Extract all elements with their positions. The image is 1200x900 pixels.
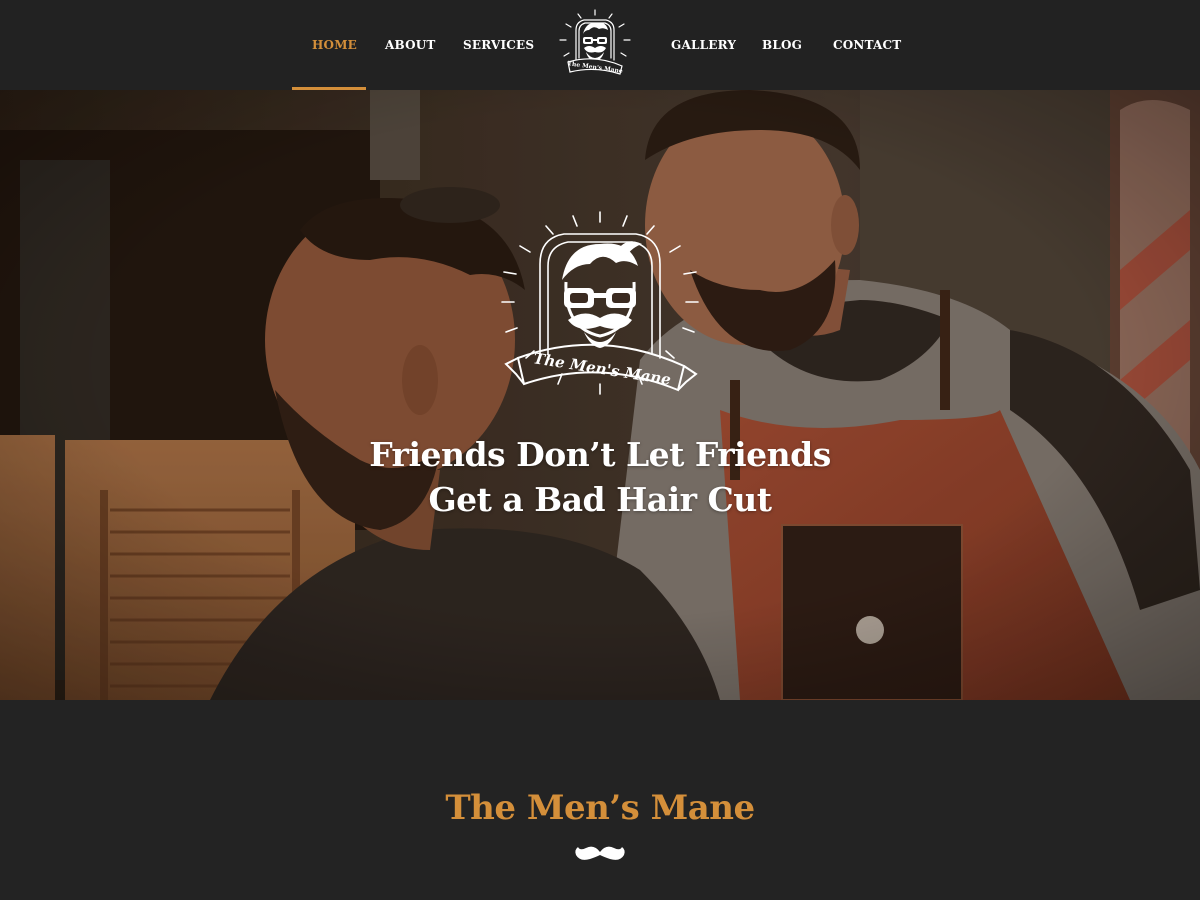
hero-headline-line2: Get a Bad Hair Cut	[428, 480, 772, 519]
intro-section: The Men’s Mane	[0, 700, 1200, 900]
site-header: HOME ABOUT SERVICES The Men's Mane GALLE…	[0, 0, 1200, 90]
hero-logo: The Men's Mane	[501, 211, 699, 395]
nav-item-contact[interactable]: CONTACT	[833, 0, 901, 90]
nav-item-about[interactable]: ABOUT	[385, 0, 436, 90]
hero-headline: Friends Don’t Let Friends Get a Bad Hair…	[250, 432, 950, 522]
nav-item-gallery[interactable]: GALLERY	[671, 0, 736, 90]
mustache-icon	[575, 846, 625, 860]
intro-title: The Men’s Mane	[445, 788, 755, 828]
svg-text:The Men's Mane: The Men's Mane	[532, 349, 672, 389]
hero-section: The Men's Mane Friends Don’t Let Friends…	[0, 90, 1200, 700]
hero-headline-line1: Friends Don’t Let Friends	[369, 435, 831, 474]
nav-item-home[interactable]: HOME	[312, 0, 357, 90]
barber-logo-icon: The Men's Mane	[559, 9, 631, 75]
nav-item-blog[interactable]: BLOG	[762, 0, 802, 90]
header-logo[interactable]: The Men's Mane	[556, 8, 634, 82]
nav-item-services[interactable]: SERVICES	[463, 0, 534, 90]
